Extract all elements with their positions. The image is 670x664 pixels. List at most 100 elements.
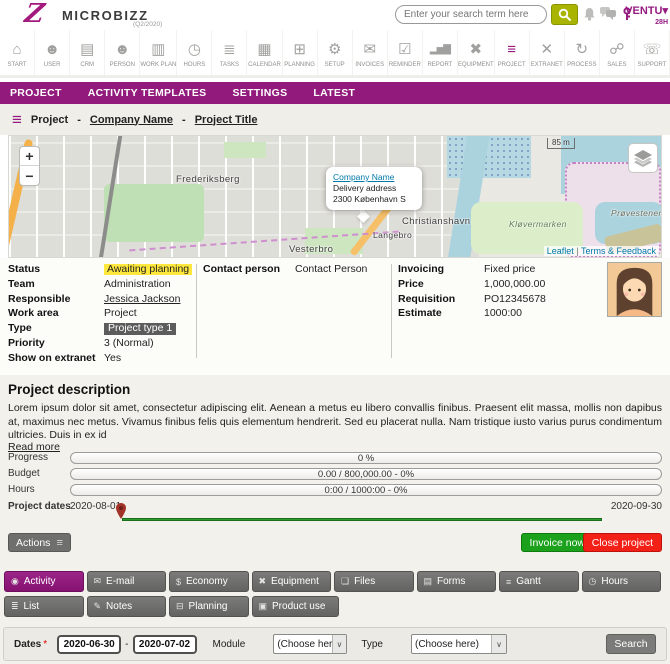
info-column-contact: Contact personContact Person: [203, 264, 388, 279]
toolbar-item-equipment[interactable]: ✖EQUIPMENT: [458, 30, 495, 75]
cart-icon: ▣: [259, 601, 268, 612]
avatar: [607, 262, 662, 317]
breadcrumb-company-link[interactable]: Company Name: [90, 114, 173, 126]
map-label-frederiksberg: Frederiksberg: [176, 174, 240, 185]
map-label-langebro: Langebro: [373, 230, 412, 240]
breadcrumb: ≡ Project - Company Name - Project Title: [0, 104, 670, 135]
search-input[interactable]: [395, 5, 547, 24]
chevron-down-icon: ▾: [662, 5, 668, 17]
toolbar-item-report[interactable]: ▂▅▇REPORT: [423, 30, 458, 75]
search-button[interactable]: [551, 4, 578, 25]
messages-icon[interactable]: [600, 7, 617, 21]
toolbar-item-extranet[interactable]: ✕EXTRANET: [530, 30, 565, 75]
terms-feedback-link[interactable]: Terms & Feedback: [581, 246, 656, 256]
info-row: Price1,000,000.00: [398, 279, 598, 290]
toolbar-item-project[interactable]: ≡PROJECT: [495, 30, 530, 75]
tab-gantt[interactable]: ≡Gantt: [499, 571, 579, 592]
notifications-bell-icon[interactable]: [583, 7, 596, 22]
microbizz-logo[interactable]: Z: [22, 0, 46, 29]
toolbar-item-planning[interactable]: ⊞PLANNING: [283, 30, 318, 75]
breadcrumb-project-link[interactable]: Project Title: [195, 114, 258, 126]
toolbar-label: PERSON: [110, 62, 135, 68]
toolbar-item-process[interactable]: ↻PROCESS: [565, 30, 600, 75]
tab-label: Planning: [189, 601, 228, 612]
field-value: Yes: [104, 353, 121, 364]
popup-company-link[interactable]: Company Name: [333, 172, 415, 183]
tab-product-use[interactable]: ▣Product use: [252, 596, 339, 617]
map-attribution: Leaflet | Terms & Feedback: [544, 246, 659, 256]
toolbar-item-support[interactable]: ☏SUPPORT: [635, 30, 670, 75]
equipment-tools-icon: ✖: [470, 40, 483, 60]
tab-planning[interactable]: ⊟Planning: [169, 596, 249, 617]
status-badge: Awaiting planning: [104, 264, 192, 275]
tab-files[interactable]: ❏Files: [334, 571, 414, 592]
type-select[interactable]: (Choose here) ∨: [411, 634, 507, 654]
notes-icon: ✎: [94, 601, 102, 612]
leaflet-map[interactable]: Frederiksberg Vesterbro Langebro Christi…: [8, 135, 662, 258]
toolbar-item-crm[interactable]: ▤CRM: [70, 30, 105, 75]
tab-notes[interactable]: ✎Notes: [87, 596, 167, 617]
menu-item-settings[interactable]: SETTINGS: [232, 87, 287, 99]
field-label: Show on extranet: [8, 353, 104, 364]
field-label: Invoicing: [398, 264, 484, 275]
project-module-icon: ≡: [12, 111, 22, 128]
project-dates-row: Project dates 2020-08-01 2020-09-30: [0, 501, 670, 523]
toolbar-item-setup[interactable]: ⚙SETUP: [318, 30, 353, 75]
tab-list[interactable]: ≣List: [4, 596, 84, 617]
budget-label: Budget: [8, 468, 40, 479]
clock-icon: ◷: [188, 40, 201, 60]
tab-forms[interactable]: ▤Forms: [417, 571, 497, 592]
breadcrumb-section: Project: [31, 114, 68, 126]
zoom-in-button[interactable]: +: [20, 147, 39, 166]
toolbar-item-workplan[interactable]: ▥WORK PLAN: [140, 30, 177, 75]
map-label-christianshavn: Christianshavn: [402, 216, 470, 227]
leaflet-link[interactable]: Leaflet: [547, 246, 574, 256]
crm-icon: ▤: [80, 40, 94, 60]
date-to-input[interactable]: [133, 635, 197, 654]
close-project-button[interactable]: Close project: [583, 533, 662, 552]
module-select[interactable]: (Choose here) ∨: [273, 634, 347, 654]
zoom-out-button[interactable]: −: [20, 166, 39, 185]
toolbar-item-calendar[interactable]: ▦CALENDAR: [247, 30, 282, 75]
filter-search-button[interactable]: Search: [606, 634, 656, 654]
date-from-input[interactable]: [57, 635, 121, 654]
chevron-down-icon: ∨: [332, 635, 347, 653]
section-menubar: PROJECT ACTIVITY TEMPLATES SETTINGS LATE…: [0, 82, 670, 104]
field-label: Work area: [8, 308, 104, 319]
menu-item-project[interactable]: PROJECT: [10, 87, 62, 99]
dates-filter-label: Dates: [14, 639, 41, 650]
budget-bar: 0.00 / 800,000.00 - 0%: [70, 468, 662, 480]
user-name: VENTU▾: [625, 4, 668, 17]
calendar-icon: ▦: [257, 40, 271, 60]
field-label: Responsible: [8, 294, 104, 305]
user-menu[interactable]: VENTU▾ 28H: [625, 4, 668, 26]
toolbar-item-hours[interactable]: ◷HOURS: [177, 30, 212, 75]
menu-item-latest[interactable]: LATEST: [313, 87, 355, 99]
toolbar-label: PLANNING: [284, 62, 315, 68]
menu-item-activity-templates[interactable]: ACTIVITY TEMPLATES: [88, 87, 207, 99]
date-marker-pin-icon[interactable]: [116, 503, 126, 519]
tab-email[interactable]: ✉E-mail: [87, 571, 167, 592]
tab-equipment[interactable]: ✖Equipment: [252, 571, 332, 592]
toolbar-item-sales[interactable]: ☍SALES: [600, 30, 635, 75]
map-layers-button[interactable]: [628, 143, 658, 173]
responsible-link[interactable]: Jessica Jackson: [104, 294, 180, 305]
module-select-value: (Choose here): [274, 639, 331, 650]
actions-button-label: Actions: [16, 537, 50, 549]
map-scale-control: 85 m: [547, 138, 575, 149]
tab-economy[interactable]: $Economy: [169, 571, 249, 592]
lower-section: Project description Lorem ipsum dolor si…: [0, 375, 670, 664]
toolbar-item-tasks[interactable]: ≣TASKS: [212, 30, 247, 75]
toolbar-item-user[interactable]: ☻USER: [35, 30, 70, 75]
tab-activity[interactable]: ◉Activity: [4, 571, 84, 592]
toolbar-item-person[interactable]: ☻PERSON: [105, 30, 140, 75]
toolbar-item-start[interactable]: ⌂START: [0, 30, 35, 75]
info-row: Contact personContact Person: [203, 264, 388, 275]
activity-icon: ◉: [11, 576, 19, 587]
toolbar-item-invoices[interactable]: ✉INVOICES: [353, 30, 388, 75]
popup-address-line: Delivery address: [333, 183, 415, 194]
actions-button[interactable]: Actions ≡: [8, 533, 71, 552]
tab-hours[interactable]: ◷Hours: [582, 571, 662, 592]
map-marina: [447, 136, 531, 178]
toolbar-item-reminder[interactable]: ☑REMINDER: [388, 30, 423, 75]
